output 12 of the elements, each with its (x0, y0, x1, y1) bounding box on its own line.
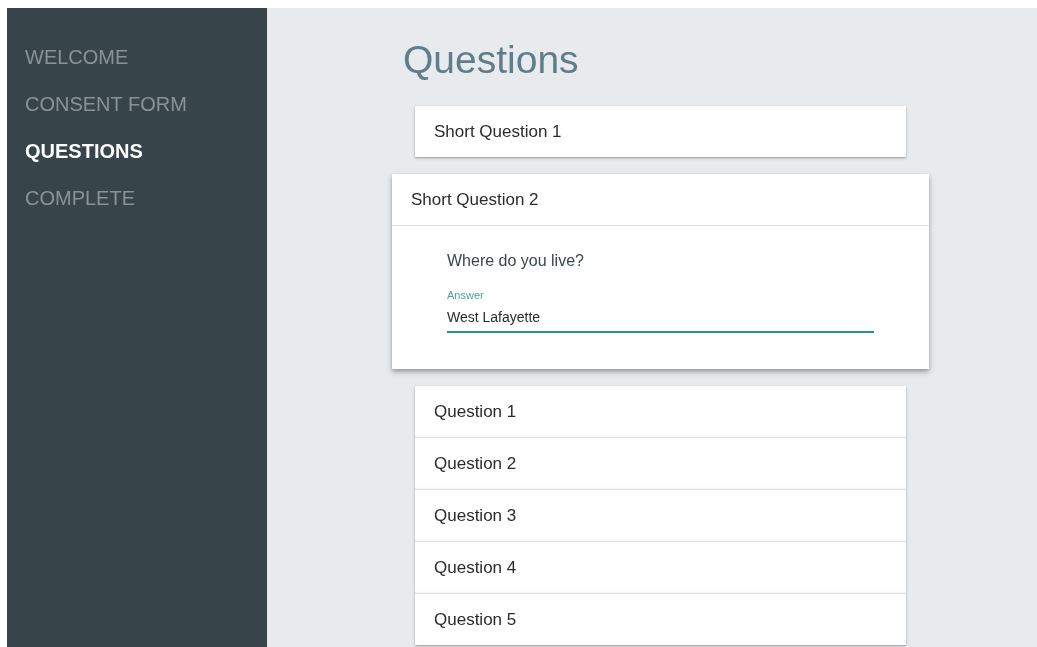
panel-header[interactable]: Short Question 2 (392, 174, 929, 226)
panel-header[interactable]: Question 2 (415, 438, 906, 489)
panel-header[interactable]: Question 3 (415, 490, 906, 541)
panel-header[interactable]: Question 4 (415, 542, 906, 593)
page-title: Questions (403, 38, 580, 82)
answer-field[interactable]: West Lafayette (447, 309, 874, 333)
question-text: Where do you live? (447, 252, 585, 270)
field-label: Answer (447, 289, 485, 301)
panel-header[interactable]: Question 1 (415, 386, 906, 437)
panel-header[interactable]: Short Question 1 (415, 106, 906, 157)
panel-header[interactable]: Question 5 (415, 594, 906, 645)
nav-item[interactable]: QUESTIONS (7, 128, 267, 175)
